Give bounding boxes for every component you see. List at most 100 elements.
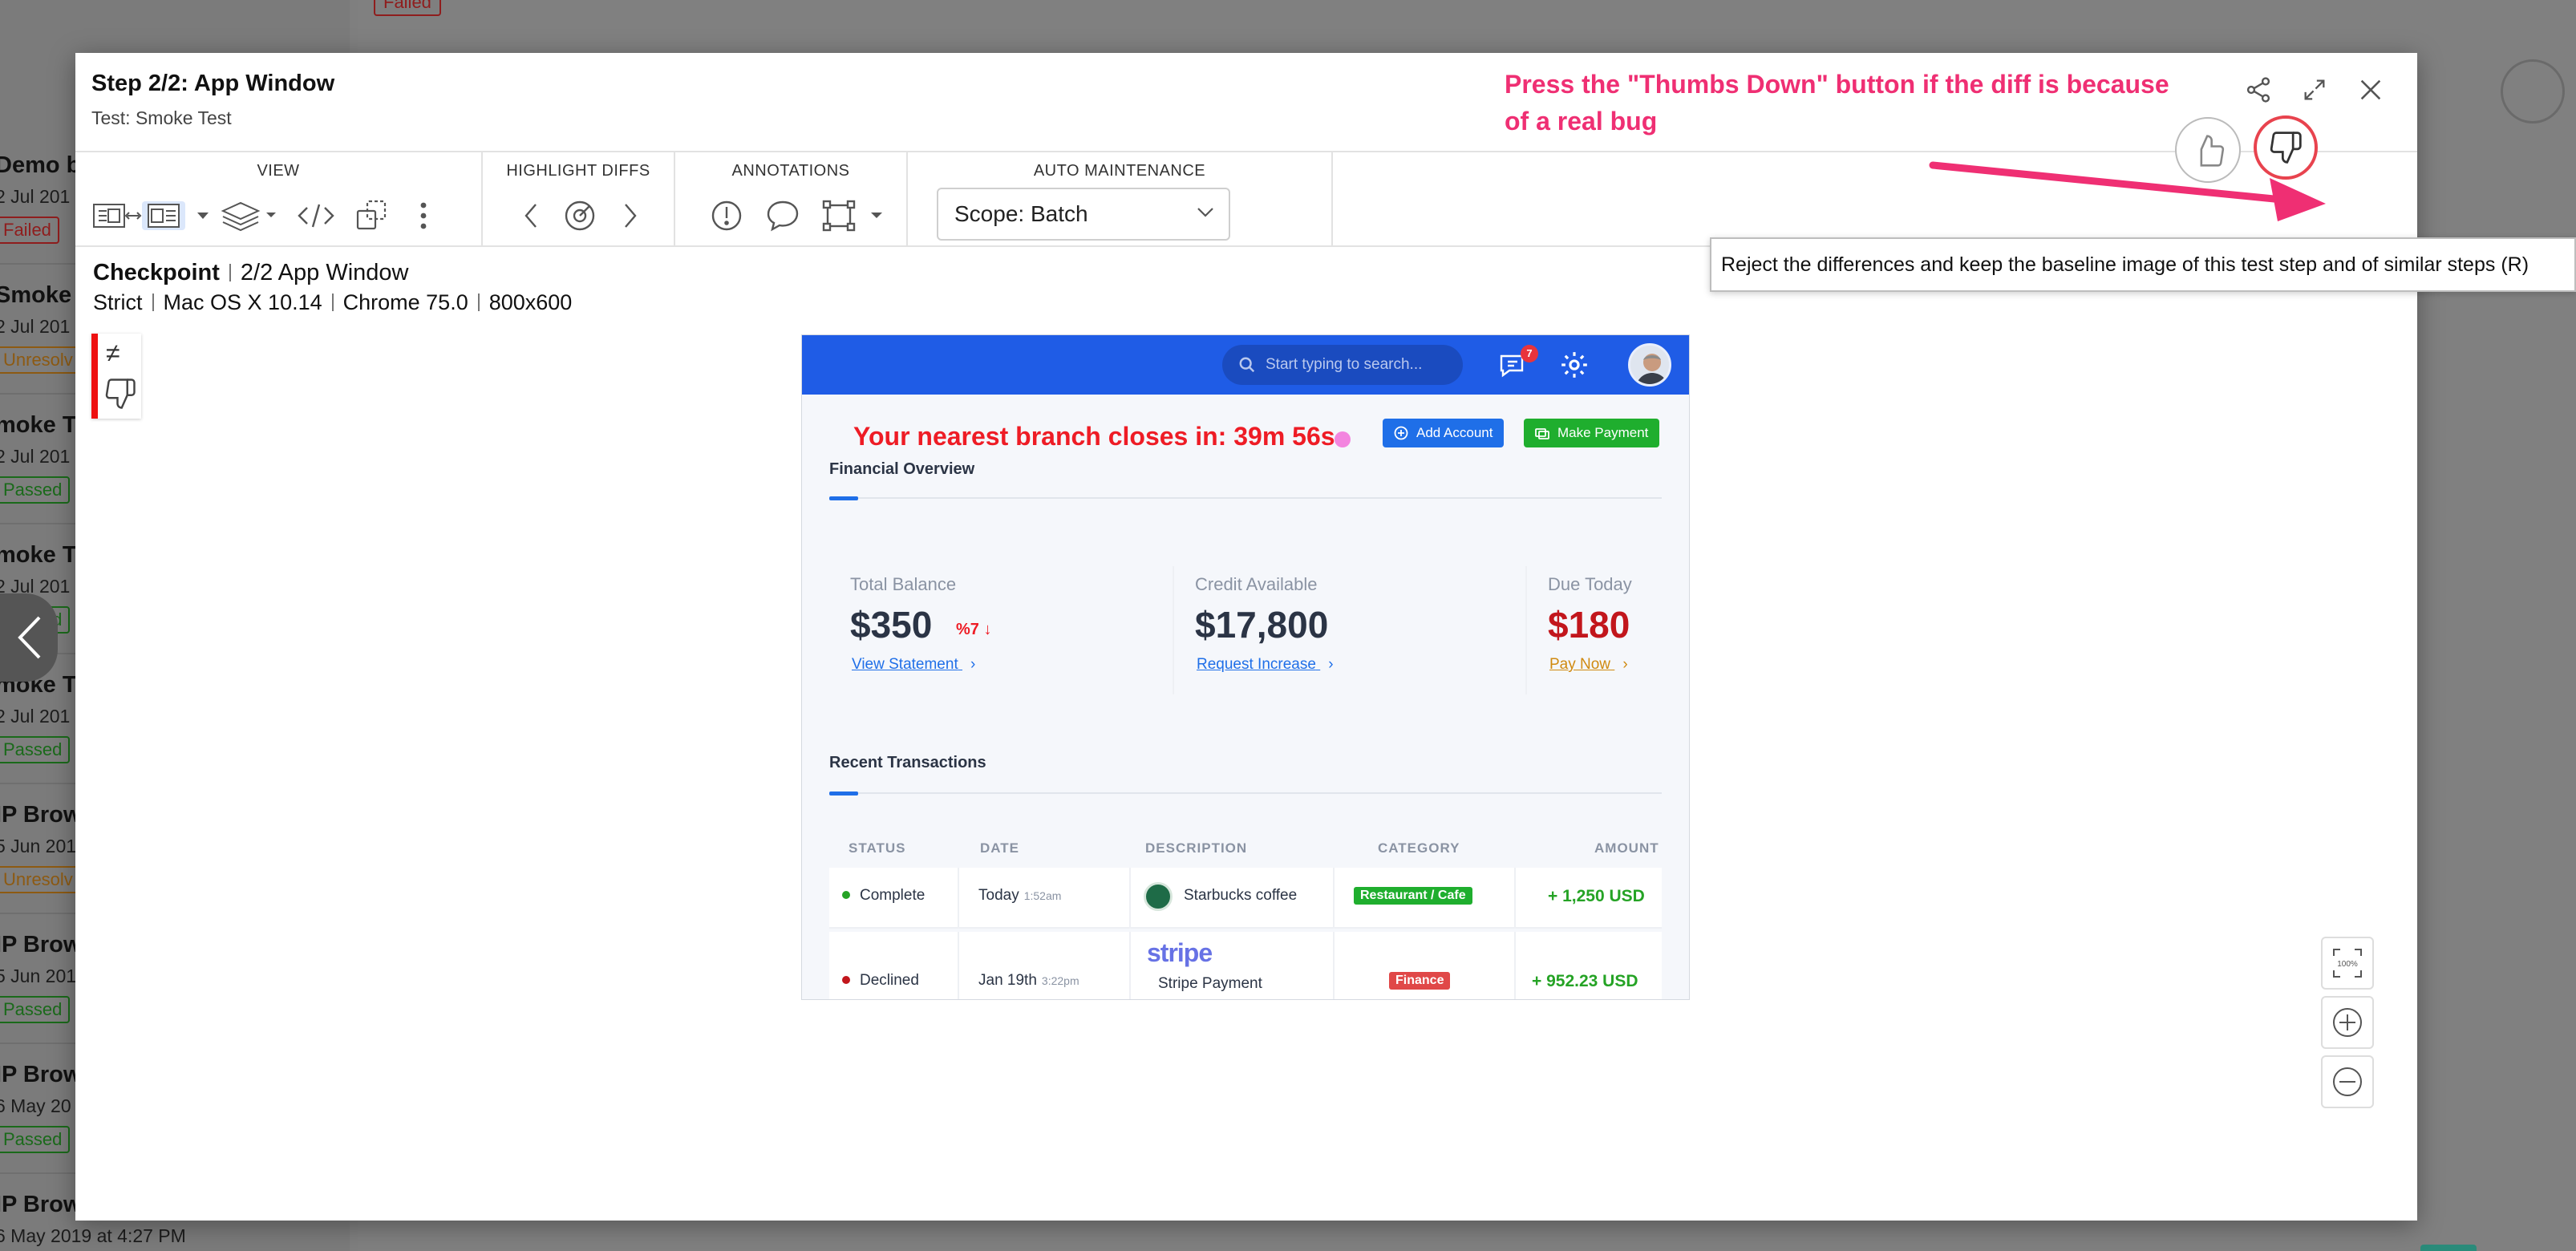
not-equal-icon: ≠: [106, 338, 120, 367]
scope-dropdown[interactable]: Scope: Batch: [937, 188, 1230, 241]
notification-badge: 7: [1521, 345, 1538, 362]
close-icon[interactable]: [2353, 72, 2388, 107]
diff-highlight-spot: [1335, 431, 1351, 447]
app-header-bar: Start typing to search... 7: [802, 335, 1689, 395]
previous-diff-icon[interactable]: [515, 194, 547, 237]
status-cell: Declined: [842, 972, 919, 990]
highlight-diffs-label: HIGHLIGHT DIFFS: [506, 162, 650, 180]
test-date: 2 Jul 201: [0, 316, 71, 337]
category-badge: Restaurant / Cafe: [1354, 887, 1472, 905]
col-status: STATUS: [849, 840, 906, 856]
copy-regions-icon[interactable]: [350, 194, 395, 237]
step-title: Step 2/2: App Window: [91, 71, 335, 96]
status-badge: Passed: [0, 1126, 71, 1153]
chevron-left-icon: [18, 616, 41, 659]
starbucks-logo-icon: [1144, 882, 1173, 911]
annotations-label: ANNOTATIONS: [731, 162, 850, 180]
browser-info: Chrome 75.0: [342, 290, 468, 314]
diff-status-marker[interactable]: ≠: [91, 334, 141, 419]
view-dropdown-chevron-icon[interactable]: [194, 194, 212, 237]
make-payment-label: Make Payment: [1557, 425, 1649, 440]
match-level: Strict: [93, 290, 143, 314]
previous-step-button[interactable]: [0, 593, 58, 682]
zoom-fit-button[interactable]: 100%: [2321, 937, 2374, 990]
status-badge-failed: Failed: [374, 0, 441, 16]
expand-icon[interactable]: [2297, 72, 2332, 107]
col-date: DATE: [980, 840, 1020, 856]
test-name: IP Brow: [0, 802, 82, 828]
table-row: Complete Today 1:52am Starbucks coffee Re…: [829, 868, 1662, 929]
total-balance-label: Total Balance: [850, 574, 957, 594]
test-date: 2 Jul 201: [0, 706, 71, 727]
more-options-icon[interactable]: [407, 194, 439, 237]
zoom-out-button[interactable]: [2321, 1055, 2374, 1108]
status-badge: Passed: [0, 476, 71, 504]
next-diff-icon[interactable]: [614, 194, 646, 237]
thumbs-down-button[interactable]: [2254, 115, 2318, 180]
credit-available-label: Credit Available: [1195, 574, 1318, 594]
step-details-modal: Step 2/2: App Window Test: Smoke Test VI…: [75, 53, 2417, 1221]
checkpoint-screenshot[interactable]: Start typing to search... 7 Your nearest…: [802, 335, 1689, 999]
due-today-value: $180: [1548, 604, 1630, 646]
thumbs-down-small-icon: [105, 379, 136, 409]
make-payment-button: Make Payment: [1524, 419, 1660, 447]
highlight-diffs-group: HIGHLIGHT DIFFS: [483, 152, 675, 247]
amount-cell: + 952.23 USD: [1532, 972, 1638, 990]
due-today-label: Due Today: [1548, 574, 1632, 594]
thumbs-down-icon: [2270, 132, 2302, 164]
test-name: IP Brow: [0, 932, 82, 957]
request-increase-link: Request Increase ›: [1197, 656, 1334, 673]
annotation-callout-text: Press the "Thumbs Down" button if the di…: [1505, 70, 2169, 136]
status-badge: Unresolv: [0, 346, 81, 374]
pay-now-link: Pay Now ›: [1549, 656, 1628, 673]
remark-icon[interactable]: [763, 194, 802, 237]
checkpoint-environment: Strict Mac OS X 10.14 Chrome 75.0 800x600: [93, 290, 572, 315]
test-date: 5 Jun 201: [0, 836, 77, 856]
test-name: moke T: [0, 542, 77, 568]
chat-tab[interactable]: [2420, 1245, 2477, 1251]
settings-gear-icon: [1559, 350, 1590, 380]
issue-marker-icon[interactable]: [707, 194, 746, 237]
share-icon[interactable]: [2241, 72, 2276, 107]
col-description: DESCRIPTION: [1145, 840, 1248, 856]
layers-icon[interactable]: [218, 194, 282, 237]
status-badge: Passed: [0, 996, 71, 1023]
test-date: 6 May 20: [0, 1095, 71, 1116]
financial-overview-title: Financial Overview: [829, 460, 975, 478]
side-by-side-icon[interactable]: [91, 194, 196, 237]
credit-available-value: $17,800: [1195, 604, 1329, 646]
checkpoint-name: 2/2 App Window: [240, 260, 409, 285]
auto-maintenance-label: AUTO MAINTENANCE: [1033, 162, 1206, 180]
test-name: IP Brow: [0, 1192, 82, 1217]
test-name: IP Brow: [0, 1062, 82, 1087]
viewport-info: 800x600: [488, 290, 573, 314]
view-statement-link: View Statement ›: [852, 656, 976, 673]
checkpoint-label: Checkpoint: [93, 260, 220, 285]
annotations-group: ANNOTATIONS: [675, 152, 908, 247]
reject-tooltip: Reject the differences and keep the base…: [1710, 237, 2576, 292]
test-date: 6 May 2019 at 4:27 PM: [0, 1225, 186, 1246]
test-name: moke T: [0, 412, 77, 438]
section-divider: [829, 496, 1662, 500]
status-badge: Passed: [0, 736, 71, 763]
stripe-logo: stripe: [1147, 938, 1213, 967]
highlight-diffs-icon[interactable]: [561, 194, 598, 237]
dom-code-icon[interactable]: [294, 194, 338, 237]
region-tool-icon[interactable]: [820, 194, 892, 237]
col-category: CATEGORY: [1378, 840, 1460, 856]
save-icon[interactable]: [2501, 59, 2565, 123]
payment-icon: [1535, 428, 1549, 439]
os-info: Mac OS X 10.14: [163, 290, 322, 314]
zoom-level-text: 100%: [2337, 960, 2358, 969]
add-account-label: Add Account: [1416, 425, 1493, 440]
amount-cell: + 1,250 USD: [1548, 887, 1645, 905]
category-badge: Finance: [1389, 972, 1451, 990]
search-placeholder: Start typing to search...: [1266, 356, 1423, 373]
plus-circle-icon: [1394, 426, 1408, 440]
total-balance-value: $350: [850, 604, 933, 646]
description-cell: Stripe Payment: [1158, 975, 1262, 992]
zoom-in-button[interactable]: [2321, 996, 2374, 1049]
test-date: 2 Jul 201: [0, 186, 71, 207]
section-divider: [829, 791, 1662, 796]
recent-transactions-title: Recent Transactions: [829, 754, 986, 771]
